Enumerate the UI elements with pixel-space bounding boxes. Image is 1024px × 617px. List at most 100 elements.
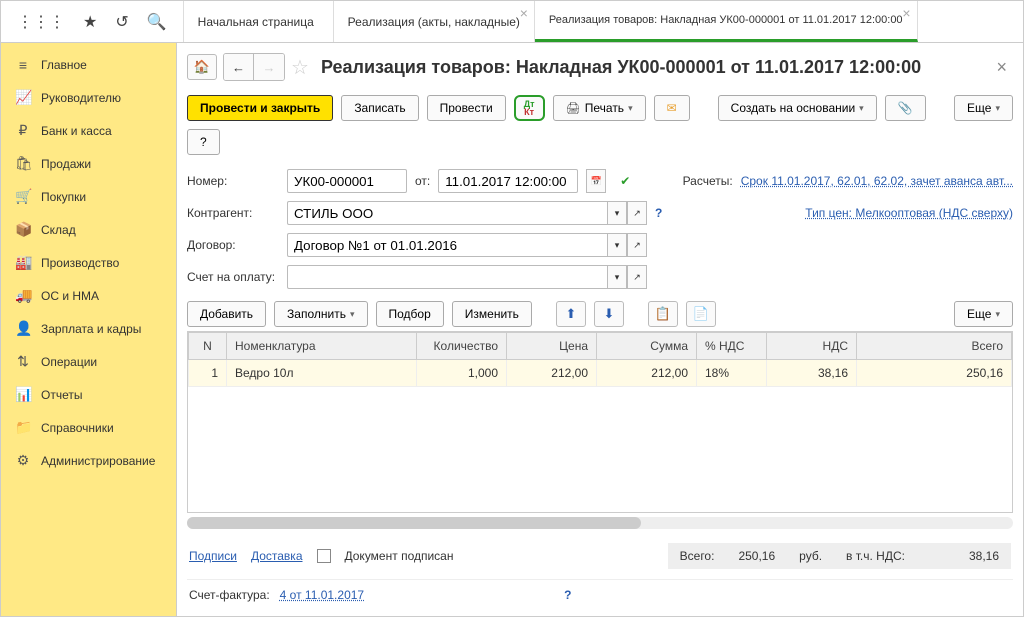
col-nomenclature[interactable]: Номенклатура xyxy=(227,333,417,360)
col-total[interactable]: Всего xyxy=(857,333,1012,360)
calendar-button[interactable]: 📅 xyxy=(586,169,606,193)
search-icon[interactable]: 🔍 xyxy=(147,12,167,32)
transfer-icon: ⇅ xyxy=(15,353,31,370)
table-more-button[interactable]: Еще xyxy=(954,301,1013,327)
dropdown-button[interactable]: ▾ xyxy=(607,265,627,289)
create-based-button[interactable]: Создать на основании xyxy=(718,95,877,121)
sidebar-item-bank[interactable]: ₽Банк и касса xyxy=(1,114,176,147)
cell-n[interactable]: 1 xyxy=(189,360,227,387)
sidebar-item-warehouse[interactable]: 📦Склад xyxy=(1,213,176,246)
history-icon[interactable]: ↺ xyxy=(115,12,128,32)
col-vat[interactable]: НДС xyxy=(767,333,857,360)
print-button[interactable]: 🖨 Печать xyxy=(553,95,646,121)
close-icon[interactable]: × xyxy=(520,5,528,21)
sidebar-item-main[interactable]: ≡Главное xyxy=(1,49,176,81)
copy-button[interactable]: 📋 xyxy=(648,301,678,327)
contractor-input[interactable] xyxy=(287,201,607,225)
sidebar-item-production[interactable]: 🏭Производство xyxy=(1,246,176,279)
cell-total[interactable]: 250,16 xyxy=(857,360,1012,387)
post-and-close-button[interactable]: Провести и закрыть xyxy=(187,95,333,121)
price-type-link[interactable]: Тип цен: Мелкооптовая (НДС сверху) xyxy=(805,206,1013,220)
star-icon[interactable]: ★ xyxy=(83,12,97,32)
open-button[interactable]: ↗ xyxy=(627,201,647,225)
dropdown-button[interactable]: ▾ xyxy=(607,201,627,225)
dropdown-button[interactable]: ▾ xyxy=(607,233,627,257)
dtkt-button[interactable]: ДтКт xyxy=(514,95,545,121)
col-sum[interactable]: Сумма xyxy=(597,333,697,360)
topbar-icons: ⋮⋮⋮ ★ ↺ 🔍 xyxy=(1,1,184,42)
save-button[interactable]: Записать xyxy=(341,95,418,121)
total-label: Всего: xyxy=(680,549,715,563)
sidebar-item-operations[interactable]: ⇅Операции xyxy=(1,345,176,378)
close-button[interactable]: × xyxy=(990,57,1013,78)
cell-price[interactable]: 212,00 xyxy=(507,360,597,387)
col-qty[interactable]: Количество xyxy=(417,333,507,360)
add-button[interactable]: Добавить xyxy=(187,301,266,327)
tab-home[interactable]: Начальная страница xyxy=(184,1,334,42)
tab-active-document[interactable]: Реализация товаров: Накладная УК00-00000… xyxy=(535,1,918,42)
paste-button[interactable]: 📄 xyxy=(686,301,716,327)
horizontal-scrollbar[interactable] xyxy=(187,517,1013,529)
nav-buttons: ← → xyxy=(223,53,285,81)
col-n[interactable]: N xyxy=(189,333,227,360)
status-icon: ✔ xyxy=(620,174,630,188)
open-button[interactable]: ↗ xyxy=(627,265,647,289)
tab-realization[interactable]: Реализация (акты, накладные)× xyxy=(334,1,535,42)
scroll-thumb[interactable] xyxy=(187,517,641,529)
change-button[interactable]: Изменить xyxy=(452,301,532,327)
gear-icon: ⚙ xyxy=(15,452,31,469)
close-icon[interactable]: × xyxy=(902,5,910,21)
date-input[interactable] xyxy=(438,169,578,193)
col-price[interactable]: Цена xyxy=(507,333,597,360)
settlements-link[interactable]: Срок 11.01.2017, 62.01, 62.02, зачет ава… xyxy=(741,174,1013,188)
move-up-button[interactable]: ⬆ xyxy=(556,301,586,327)
sidebar-item-admin[interactable]: ⚙ Администрирование xyxy=(1,444,176,477)
col-vat-pct[interactable]: % НДС xyxy=(697,333,767,360)
email-button[interactable]: ✉ xyxy=(654,95,690,121)
attach-button[interactable]: 📎 xyxy=(885,95,926,121)
invoice-for-input[interactable] xyxy=(287,265,607,289)
invoice-link[interactable]: 4 от 11.01.2017 xyxy=(280,588,364,602)
help-icon[interactable]: ? xyxy=(564,588,571,602)
cell-nomenclature[interactable]: Ведро 10л xyxy=(227,360,417,387)
sidebar-item-manager[interactable]: 📈Руководителю xyxy=(1,81,176,114)
print-label: Печать xyxy=(585,101,624,115)
table-row[interactable]: 1 Ведро 10л 1,000 212,00 212,00 18% 38,1… xyxy=(189,360,1012,387)
post-button[interactable]: Провести xyxy=(427,95,506,121)
help-icon[interactable]: ? xyxy=(655,206,662,220)
cell-qty[interactable]: 1,000 xyxy=(417,360,507,387)
signatures-link[interactable]: Подписи xyxy=(189,549,237,563)
back-button[interactable]: ← xyxy=(224,54,254,80)
sidebar-item-reports[interactable]: 📊Отчеты xyxy=(1,378,176,411)
move-down-button[interactable]: ⬇ xyxy=(594,301,624,327)
home-button[interactable]: 🏠 xyxy=(187,54,217,80)
invoice-for-label: Счет на оплату: xyxy=(187,270,279,284)
cell-vat[interactable]: 38,16 xyxy=(767,360,857,387)
open-button[interactable]: ↗ xyxy=(627,233,647,257)
more-button[interactable]: Еще xyxy=(954,95,1013,121)
select-button[interactable]: Подбор xyxy=(376,301,444,327)
number-input[interactable] xyxy=(287,169,407,193)
sidebar-label: Администрирование xyxy=(41,454,155,468)
tab-label: Реализация товаров: Накладная УК00-00000… xyxy=(549,14,903,27)
sidebar-item-purchases[interactable]: 🛒Покупки xyxy=(1,180,176,213)
cell-vat-pct[interactable]: 18% xyxy=(697,360,767,387)
contract-input[interactable] xyxy=(287,233,607,257)
cell-sum[interactable]: 212,00 xyxy=(597,360,697,387)
favorite-icon[interactable]: ☆ xyxy=(291,55,309,80)
delivery-link[interactable]: Доставка xyxy=(251,549,303,563)
box-icon: 📦 xyxy=(15,221,31,238)
doc-signed-checkbox[interactable] xyxy=(317,549,331,563)
fill-button[interactable]: Заполнить xyxy=(274,301,367,327)
sidebar-item-directories[interactable]: 📁Справочники xyxy=(1,411,176,444)
help-button[interactable]: ? xyxy=(187,129,220,155)
number-label: Номер: xyxy=(187,174,279,188)
mail-icon: ✉ xyxy=(667,101,677,115)
apps-icon[interactable]: ⋮⋮⋮ xyxy=(17,12,65,32)
sidebar-label: ОС и НМА xyxy=(41,289,99,303)
sidebar-item-sales[interactable]: 🛍Продажи xyxy=(1,147,176,180)
sidebar-item-salary[interactable]: 👤Зарплата и кадры xyxy=(1,312,176,345)
sidebar-item-assets[interactable]: 🚚ОС и НМА xyxy=(1,279,176,312)
content: 🏠 ← → ☆ Реализация товаров: Накладная УК… xyxy=(177,43,1023,616)
forward-button[interactable]: → xyxy=(254,54,284,80)
